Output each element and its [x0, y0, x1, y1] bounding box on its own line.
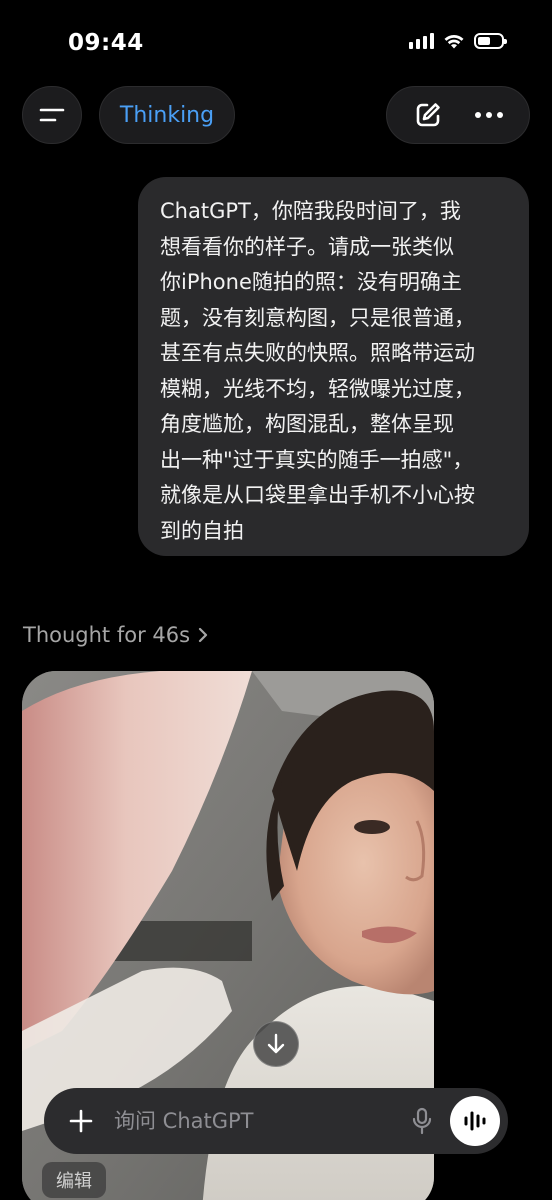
user-message-line: 题，没有刻意构图，只是很普通， — [160, 305, 475, 330]
user-message-line: 想看看你的样子。请成一张类似 — [160, 234, 454, 259]
edit-image-button[interactable]: 编辑 — [42, 1162, 106, 1198]
arrow-down-icon — [267, 1033, 285, 1054]
user-message-bubble: ChatGPT，你陪我段时间了，我 想看看你的样子。请成一张类似 你iPhone… — [138, 177, 529, 556]
user-message-line: 到的自拍 — [160, 518, 244, 543]
scroll-down-button[interactable] — [253, 1021, 299, 1067]
voice-wave-icon — [464, 1111, 486, 1131]
thought-label: Thought for 46s — [23, 623, 191, 647]
more-icon — [474, 112, 503, 118]
user-message-line: 就像是从口袋里拿出手机不小心按 — [160, 483, 475, 507]
menu-icon — [39, 108, 65, 122]
message-input[interactable] — [112, 1108, 402, 1134]
voice-mode-button[interactable] — [450, 1096, 500, 1146]
model-mode-button[interactable]: Thinking — [99, 86, 235, 144]
user-message-line: ChatGPT，你陪我段时间了，我 — [160, 199, 461, 223]
more-button[interactable] — [467, 93, 511, 137]
signal-icon — [409, 33, 434, 49]
user-message-line: 甚至有点失败的快照。照略带运动 — [160, 341, 475, 365]
attach-button[interactable] — [64, 1104, 98, 1138]
thought-toggle[interactable]: Thought for 46s — [23, 623, 208, 647]
menu-button[interactable] — [22, 86, 82, 144]
user-message-line: 模糊，光线不均，轻微曝光过度， — [160, 376, 475, 401]
status-time: 09:44 — [68, 30, 144, 56]
new-chat-button[interactable] — [406, 93, 450, 137]
user-message-line: 出一种"过于真实的随手一拍感"， — [160, 447, 474, 472]
chevron-right-icon — [198, 627, 208, 643]
message-composer — [44, 1088, 508, 1154]
model-mode-label: Thinking — [119, 102, 215, 128]
edit-icon — [416, 103, 440, 127]
dictation-button[interactable] — [402, 1101, 442, 1141]
header-actions — [386, 86, 530, 144]
user-message-line: 你iPhone随拍的照：没有明确主 — [160, 270, 462, 294]
edit-image-label: 编辑 — [56, 1171, 92, 1192]
battery-icon — [474, 33, 507, 49]
status-icons — [409, 33, 507, 49]
wifi-icon — [444, 35, 464, 49]
plus-icon — [69, 1109, 93, 1133]
chat-screen: 09:44 Thinking ChatGPT，你陪我段时间了，我 想看看你的样子… — [0, 0, 552, 1200]
user-message-line: 角度尴尬，构图混乱，整体呈现 — [160, 412, 454, 436]
microphone-icon — [412, 1107, 432, 1135]
